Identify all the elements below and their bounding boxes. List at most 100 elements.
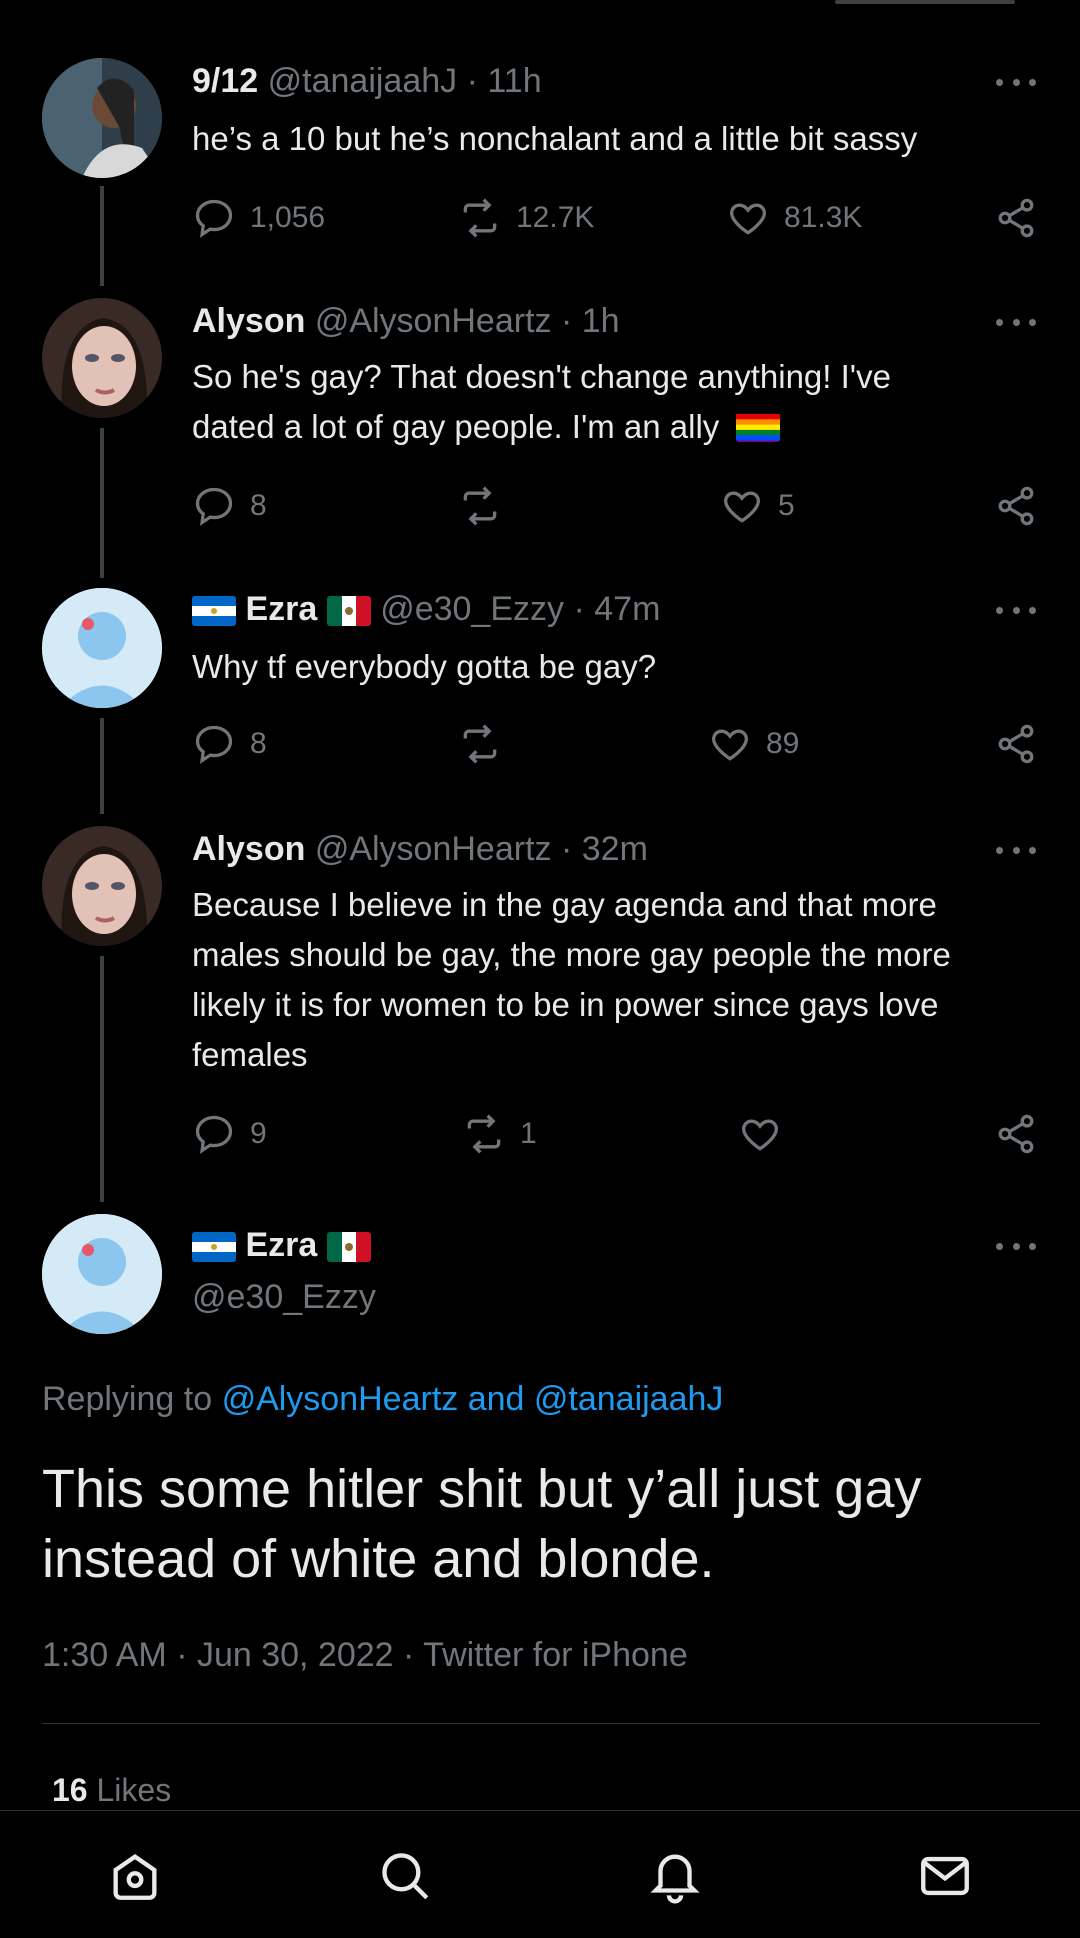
display-name[interactable]: Ezra [245,590,317,628]
retweet-icon [463,724,497,764]
retweet-button[interactable]: 12.7K [458,196,594,240]
timestamp[interactable]: · 32m [561,830,648,868]
tweet-text-line: dated a lot of gay people. I'm an ally [192,402,1042,452]
main-tweet-author: Ezra [192,1226,371,1265]
tweet-text: he’s a 10 but he’s nonchalant and a litt… [192,120,918,157]
handle[interactable]: @AlysonHeartz [315,830,552,868]
reply-count: 9 [250,1117,267,1150]
like-count: 81.3K [784,201,863,234]
messages-icon[interactable] [916,1847,974,1910]
nicaragua-flag-emoji [192,1232,236,1263]
notifications-icon[interactable] [646,1847,704,1910]
retweet-button[interactable] [458,722,516,766]
avatar[interactable] [42,588,162,708]
reply-count: 8 [250,727,267,760]
like-button[interactable]: 5 [720,484,795,528]
retweet-icon [463,486,497,526]
likes-count: 16 [52,1772,88,1808]
avatar[interactable] [42,58,162,178]
timestamp[interactable]: · 47m [573,590,660,628]
like-button[interactable]: 81.3K [726,196,862,240]
share-button[interactable] [994,722,1038,766]
tweet-header: Alyson @AlysonHeartz · 1h [192,302,620,341]
thread-line [100,428,104,578]
heart-icon [742,1119,778,1151]
share-icon [998,486,1034,526]
heart-icon [730,203,766,235]
heart-icon [712,729,748,761]
display-name[interactable]: Ezra [245,1226,317,1264]
retweet-count: 1 [520,1117,537,1150]
retweet-button[interactable] [458,484,516,528]
display-name[interactable]: 9/12 [192,62,258,100]
like-count: 89 [766,727,800,760]
replying-to: Replying to @AlysonHeartz and @tanaijaah… [42,1380,723,1419]
reply-count: 1,056 [250,201,326,234]
tweet-header: 9/12 @tanaijaahJ · 11h [192,62,542,101]
retweet-icon [463,198,497,238]
like-button[interactable]: 89 [708,722,799,766]
reply-button[interactable]: 8 [192,722,267,766]
reply-button[interactable]: 8 [192,484,267,528]
main-tweet-text: This some hitler shit but y’all just gay… [42,1459,922,1589]
tweet-text: Why tf everybody gotta be gay? [192,648,657,685]
more-options-icon[interactable] [996,602,1036,618]
display-name[interactable]: Alyson [192,302,305,340]
tweet-header: Ezra @e30_Ezzy · 47m [192,590,660,629]
nicaragua-flag-emoji [192,596,236,627]
mexico-flag-emoji [326,1232,371,1263]
search-icon[interactable] [376,1847,434,1910]
retweet-button[interactable]: 1 [462,1112,537,1156]
share-button[interactable] [994,484,1038,528]
share-icon [998,724,1034,764]
likes-summary[interactable]: 16 Likes [52,1772,171,1809]
reply-button[interactable]: 9 [192,1112,267,1156]
handle[interactable]: @tanaijaahJ [268,62,458,100]
tweet-text: Because I believe in the gay agenda and … [192,886,951,1073]
tweet-text-line: So he's gay? That doesn't change anythin… [192,358,891,395]
avatar[interactable] [42,298,162,418]
reply-icon [195,487,233,526]
share-icon [998,198,1034,238]
thread-line [100,186,104,286]
retweet-count: 12.7K [516,201,595,234]
replying-to-label: Replying to [42,1380,213,1418]
reply-button[interactable]: 1,056 [192,196,325,240]
retweet-icon [467,1114,501,1154]
like-button[interactable] [738,1112,796,1156]
reply-icon [195,1115,233,1154]
display-name[interactable]: Alyson [192,830,305,868]
tweet-header: Alyson @AlysonHeartz · 32m [192,830,648,869]
home-icon[interactable] [106,1847,164,1910]
share-icon [998,1114,1034,1154]
divider [42,1723,1040,1724]
bottom-nav [0,1810,1080,1938]
share-button[interactable] [994,1112,1038,1156]
tweet-metadata[interactable]: 1:30 AM · Jun 30, 2022 · Twitter for iPh… [42,1636,688,1675]
handle[interactable]: @e30_Ezzy [380,590,564,628]
rainbow-flag-emoji [736,410,781,442]
reply-count: 8 [250,489,267,522]
replying-to-users[interactable]: @AlysonHeartz and @tanaijaahJ [222,1380,724,1418]
timestamp[interactable]: · 11h [467,62,542,100]
avatar[interactable] [42,826,162,946]
tweet-text: So he's gay? That doesn't change anythin… [192,352,1042,452]
heart-icon [724,491,760,523]
more-options-icon[interactable] [996,1238,1036,1254]
thread-line [100,718,104,814]
like-count: 5 [778,489,795,522]
thread-line [100,956,104,1202]
share-button[interactable] [994,196,1038,240]
more-options-icon[interactable] [996,74,1036,90]
mexico-flag-emoji [326,596,371,627]
timestamp[interactable]: · 1h [561,302,620,340]
reply-icon [195,199,233,238]
more-options-icon[interactable] [996,314,1036,330]
likes-label: Likes [96,1772,172,1808]
handle[interactable]: @AlysonHeartz [315,302,552,340]
avatar[interactable] [42,1214,162,1334]
more-options-icon[interactable] [996,842,1036,858]
top-indicator [835,0,1015,4]
handle[interactable]: @e30_Ezzy [192,1278,376,1317]
reply-icon [195,725,233,764]
